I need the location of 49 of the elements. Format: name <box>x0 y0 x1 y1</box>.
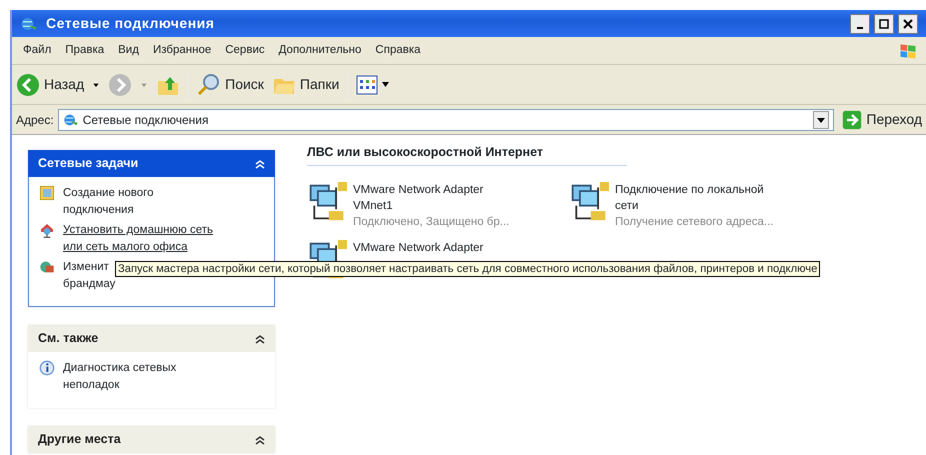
maximize-button[interactable] <box>874 14 894 34</box>
panel-header[interactable]: Сетевые задачи <box>28 150 275 177</box>
connection-status: Подключено, Защищено бр... <box>353 214 510 230</box>
connection-name[interactable]: VMware Network Adapter VMnet1 <box>353 182 510 214</box>
menu-item[interactable]: Избранное <box>146 42 218 60</box>
close-button[interactable] <box>898 14 918 34</box>
minimize-button[interactable] <box>850 14 870 34</box>
menu-item[interactable]: Правка <box>58 42 112 60</box>
network-connection-icon <box>307 182 347 222</box>
address-label: Адрес: <box>16 112 54 128</box>
menu-item[interactable]: Вид <box>111 42 146 60</box>
collapse-chevron-icon[interactable] <box>255 334 265 344</box>
menu-item[interactable]: Сервис <box>218 42 272 60</box>
firewall-icon <box>39 259 55 275</box>
minimize-icon <box>857 27 863 30</box>
connection-name[interactable]: VMware Network Adapter <box>353 240 484 256</box>
dropdown-caret-icon <box>92 80 100 88</box>
group-title: ЛВС или высокоскоростной Интернет <box>307 143 627 166</box>
folders-button[interactable]: Папки <box>272 72 340 96</box>
connection-status: Получение сетевого адреса... <box>615 214 774 230</box>
menu-item[interactable]: Файл <box>16 42 58 60</box>
menu-item[interactable]: Справка <box>368 42 428 60</box>
window-title: Сетевые подключения <box>46 14 216 33</box>
house-network-icon <box>39 222 55 238</box>
search-button[interactable]: Поиск <box>197 72 264 96</box>
network-globe-icon <box>62 112 79 128</box>
task-link[interactable]: Создание нового подключения <box>63 185 154 219</box>
magnifier-icon <box>197 72 222 96</box>
network-connection-icon <box>569 182 609 222</box>
task-link[interactable]: Установить домашнюю сеть или сеть малого офиса <box>63 222 214 256</box>
connection-name[interactable]: Подключение по локальной сети <box>615 182 774 214</box>
task-link[interactable]: Диагностика сетевых неполадок <box>63 360 176 394</box>
caret-icon <box>382 82 390 88</box>
new-connection-icon <box>39 185 55 201</box>
panel-header[interactable]: Другие места <box>28 426 275 453</box>
tooltip: Запуск мастера настройки сети, который позволяет настраивать сеть для совместного использования файлов, принтеров и подключе <box>115 261 820 277</box>
dropdown-caret-icon <box>140 80 148 88</box>
maximize-icon <box>879 19 889 30</box>
views-button[interactable] <box>356 74 390 94</box>
panel-header[interactable]: См. также <box>28 325 275 352</box>
back-button[interactable]: Назад <box>16 72 84 96</box>
close-icon <box>903 19 913 30</box>
info-icon <box>39 360 55 376</box>
menu-item[interactable]: Дополнительно <box>272 42 368 60</box>
address-field[interactable]: Сетевые подключения <box>58 108 834 130</box>
collapse-chevron-icon[interactable] <box>255 434 265 444</box>
go-button[interactable]: Переход <box>842 109 922 130</box>
task-link[interactable]: Изменит брандмау <box>63 259 116 293</box>
dropdown-caret-icon[interactable] <box>813 110 830 128</box>
